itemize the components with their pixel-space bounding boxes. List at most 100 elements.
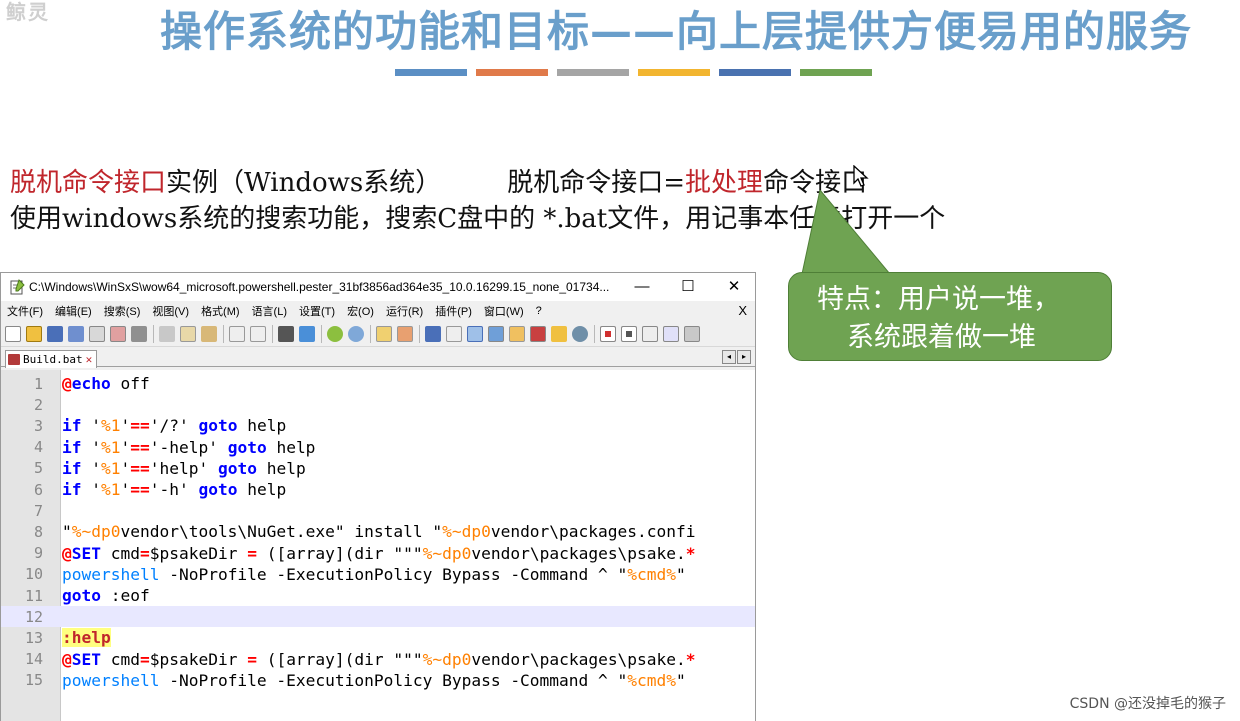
code-line[interactable]: 10 powershell -NoProfile -ExecutionPolicy… [1, 564, 755, 585]
menu-plugins[interactable]: 插件(P) [435, 303, 472, 319]
menu-view[interactable]: 视图(V) [152, 303, 189, 319]
close-all-icon[interactable] [110, 325, 126, 342]
new-file-icon[interactable] [5, 325, 21, 342]
menu-help[interactable]: ? [536, 305, 542, 317]
menu-format[interactable]: 格式(M) [201, 303, 240, 319]
callout-line-2: 系统跟着做一堆 [847, 322, 1036, 353]
function-list-icon[interactable] [530, 325, 546, 342]
tab-close-icon[interactable]: ✕ [86, 353, 93, 366]
close-button[interactable]: ✕ [711, 273, 755, 301]
sync-horizontal-icon[interactable] [397, 325, 413, 342]
minimize-button[interactable]: — [619, 273, 665, 301]
save-all-icon[interactable] [68, 325, 84, 342]
replace-icon[interactable] [299, 325, 315, 342]
menu-macro[interactable]: 宏(O) [347, 303, 374, 319]
mouse-cursor-icon [853, 165, 869, 187]
menu-settings[interactable]: 设置(T) [299, 303, 335, 319]
find-icon[interactable] [278, 325, 294, 342]
redo-icon[interactable] [250, 325, 266, 342]
document-map-icon[interactable] [509, 325, 525, 342]
menu-search[interactable]: 搜索(S) [104, 303, 141, 319]
code-text: goto :eof [62, 586, 150, 606]
unsaved-file-icon [8, 354, 20, 365]
open-file-icon[interactable] [26, 325, 42, 342]
accent-bar [800, 69, 872, 76]
line-number: 14 [24, 650, 43, 669]
code-line[interactable]: 8 "%~dp0vendor\tools\NuGet.exe" install "… [1, 521, 755, 542]
window-title: C:\Windows\WinSxS\wow64_microsoft.powers… [29, 280, 610, 294]
cut-icon[interactable] [159, 325, 175, 342]
code-line[interactable]: 11 goto :eof [1, 585, 755, 606]
line-number: 9 [33, 544, 43, 563]
tab-bar: Build.bat ✕ ◂ ▸ [1, 347, 755, 368]
code-line[interactable]: 6 if '%1'=='-h' goto help [1, 479, 755, 500]
feature-callout: 特点：用户说一堆， 系统跟着做一堆 [788, 272, 1112, 361]
code-text: if '%1'=='-h' goto help [62, 480, 287, 500]
code-line[interactable]: 5 if '%1'=='help' goto help [1, 458, 755, 479]
notepad-app-icon [10, 279, 25, 295]
close-file-icon[interactable] [89, 325, 105, 342]
record-macro-icon[interactable] [600, 325, 616, 342]
run-macro-multiple-icon[interactable] [663, 325, 679, 342]
accent-bar [557, 69, 629, 76]
tab-build-bat[interactable]: Build.bat ✕ [5, 350, 98, 368]
code-line[interactable]: 12 [1, 606, 755, 628]
line-number: 15 [24, 671, 43, 690]
paste-icon[interactable] [201, 325, 217, 342]
accent-bar [638, 69, 710, 76]
code-line[interactable]: 9 @SET cmd=$psakeDir = ([array](dir """%~… [1, 543, 755, 564]
code-editor[interactable]: 1 @echo off 2 3 if '%1'=='/?' goto help 4 if '… [1, 370, 755, 721]
play-macro-icon[interactable] [642, 325, 658, 342]
code-line[interactable]: 7 [1, 500, 755, 521]
code-line[interactable]: 1 @echo off [1, 373, 755, 394]
code-line[interactable]: 14 @SET cmd=$psakeDir = ([array](dir """%… [1, 649, 755, 670]
copy-icon[interactable] [180, 325, 196, 342]
indent-guide-icon[interactable] [467, 325, 483, 342]
code-text: @echo off [62, 374, 150, 394]
tab-scroll-left-button[interactable]: ◂ [722, 350, 736, 364]
menu-language[interactable]: 语言(L) [252, 303, 287, 319]
print-icon[interactable] [131, 325, 147, 342]
menu-window[interactable]: 窗口(W) [484, 303, 524, 319]
offline-interface-label: 脱机命令接口 [10, 168, 167, 198]
callout-line-1: 特点：用户说一堆， [817, 284, 1060, 315]
folder-workspace-icon[interactable] [551, 325, 567, 342]
menu-file[interactable]: 文件(F) [7, 303, 43, 319]
line-number: 10 [24, 565, 43, 584]
code-line[interactable]: 4 if '%1'=='-help' goto help [1, 437, 755, 458]
notepad-plus-plus-window: C:\Windows\WinSxS\wow64_microsoft.powers… [0, 272, 756, 721]
menu-edit[interactable]: 编辑(E) [55, 303, 92, 319]
code-text: "%~dp0vendor\tools\NuGet.exe" install "%… [62, 522, 696, 542]
save-macro-icon[interactable] [684, 325, 700, 342]
slide-title: 操作系统的功能和目标——向上层提供方便易用的服务 [160, 7, 1193, 56]
undo-icon[interactable] [229, 325, 245, 342]
toolbar [1, 321, 755, 347]
tab-label: Build.bat [23, 353, 83, 366]
code-line[interactable]: 2 [1, 394, 755, 415]
stop-macro-icon[interactable] [621, 325, 637, 342]
tab-scroll-right-button[interactable]: ▸ [737, 350, 751, 364]
close-document-button[interactable]: X [738, 303, 747, 318]
monitoring-icon[interactable] [572, 325, 588, 342]
accent-bar [476, 69, 548, 76]
show-all-chars-icon[interactable] [446, 325, 462, 342]
word-wrap-icon[interactable] [425, 325, 441, 342]
zoom-out-icon[interactable] [348, 325, 364, 342]
watermark: CSDN @还没掉毛的猴子 [1069, 696, 1226, 712]
code-text: powershell -NoProfile -ExecutionPolicy B… [62, 670, 686, 690]
code-line[interactable]: 15 powershell -NoProfile -ExecutionPolicy… [1, 670, 755, 691]
user-language-icon[interactable] [488, 325, 504, 342]
zoom-in-icon[interactable] [327, 325, 343, 342]
accent-bar [395, 69, 467, 76]
menu-run[interactable]: 运行(R) [386, 303, 423, 319]
code-line[interactable]: 3 if '%1'=='/?' goto help [1, 415, 755, 436]
line-number: 3 [33, 416, 43, 435]
example-text: 实例（Windows系统） [166, 168, 442, 198]
code-line[interactable]: 13:help [1, 627, 755, 648]
line-number: 11 [24, 586, 43, 605]
save-icon[interactable] [47, 325, 63, 342]
line-number: 6 [33, 480, 43, 499]
maximize-button[interactable]: ☐ [665, 273, 711, 301]
sync-vertical-icon[interactable] [376, 325, 392, 342]
code-text: :help [62, 628, 111, 648]
